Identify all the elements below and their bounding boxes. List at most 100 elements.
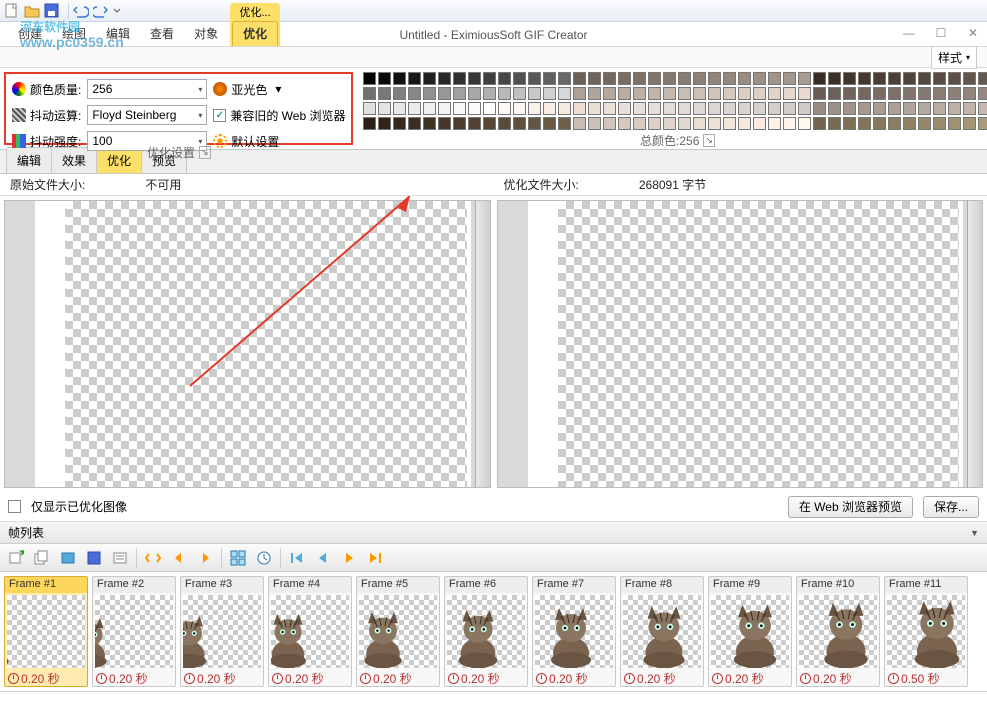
palette-swatch[interactable]	[663, 117, 676, 130]
palette-swatch[interactable]	[963, 117, 976, 130]
palette-swatch[interactable]	[438, 102, 451, 115]
undo-icon[interactable]	[73, 3, 89, 19]
palette-swatch[interactable]	[573, 117, 586, 130]
palette-swatch[interactable]	[918, 72, 931, 85]
ribbon-tab[interactable]: 绘图	[52, 22, 96, 46]
palette-swatch[interactable]	[663, 72, 676, 85]
palette-swatch[interactable]	[378, 72, 391, 85]
palette-swatch[interactable]	[708, 72, 721, 85]
palette-swatch[interactable]	[723, 87, 736, 100]
palette-swatch[interactable]	[828, 117, 841, 130]
palette-swatch[interactable]	[933, 87, 946, 100]
palette-swatch[interactable]	[693, 72, 706, 85]
ribbon-tab-optimize[interactable]: 优化	[232, 21, 278, 46]
maximize-button[interactable]: ☐	[931, 26, 951, 40]
palette-swatch[interactable]	[738, 87, 751, 100]
palette-swatch[interactable]	[363, 87, 376, 100]
palette-swatch[interactable]	[948, 72, 961, 85]
palette-swatch[interactable]	[648, 72, 661, 85]
palette-swatch[interactable]	[633, 102, 646, 115]
palette-swatch[interactable]	[693, 117, 706, 130]
palette-swatch[interactable]	[588, 102, 601, 115]
palette-swatch[interactable]	[513, 117, 526, 130]
palette-swatch[interactable]	[753, 102, 766, 115]
palette-swatch[interactable]	[723, 102, 736, 115]
palette-swatch[interactable]	[408, 87, 421, 100]
palette-swatch[interactable]	[948, 87, 961, 100]
palette-swatch[interactable]	[423, 87, 436, 100]
palette-swatch[interactable]	[393, 87, 406, 100]
palette-swatch[interactable]	[513, 102, 526, 115]
palette-swatch[interactable]	[978, 117, 987, 130]
palette-swatch[interactable]	[978, 87, 987, 100]
palette-swatch[interactable]	[873, 72, 886, 85]
palette-swatch[interactable]	[978, 72, 987, 85]
palette-swatch[interactable]	[873, 102, 886, 115]
palette-swatch[interactable]	[693, 87, 706, 100]
move-right-icon[interactable]	[195, 548, 215, 568]
palette-swatch[interactable]	[798, 117, 811, 130]
frame-item[interactable]: Frame #90.20 秒	[708, 576, 792, 687]
palette-swatch[interactable]	[843, 87, 856, 100]
palette-swatch[interactable]	[783, 87, 796, 100]
palette-swatch[interactable]	[903, 102, 916, 115]
palette-swatch[interactable]	[558, 87, 571, 100]
clock-icon[interactable]	[254, 548, 274, 568]
vertical-scrollbar[interactable]	[967, 201, 982, 487]
move-left-icon[interactable]	[169, 548, 189, 568]
palette-swatch[interactable]	[453, 102, 466, 115]
palette-swatch[interactable]	[813, 117, 826, 130]
frame-item[interactable]: Frame #70.20 秒	[532, 576, 616, 687]
palette-swatch[interactable]	[948, 117, 961, 130]
palette-swatch[interactable]	[393, 117, 406, 130]
palette-swatch[interactable]	[918, 102, 931, 115]
palette-swatch[interactable]	[438, 117, 451, 130]
palette-swatch[interactable]	[873, 87, 886, 100]
prev-frame-icon[interactable]	[313, 548, 333, 568]
web-preview-button[interactable]: 在 Web 浏览器预览	[788, 496, 913, 518]
palette-swatch[interactable]	[768, 72, 781, 85]
palette-swatch[interactable]	[888, 87, 901, 100]
vertical-scrollbar[interactable]	[475, 201, 490, 487]
palette-swatch[interactable]	[738, 102, 751, 115]
palette-swatch[interactable]	[633, 72, 646, 85]
palette-swatch[interactable]	[543, 102, 556, 115]
palette-swatch[interactable]	[648, 102, 661, 115]
palette-swatch[interactable]	[903, 87, 916, 100]
palette-swatch[interactable]	[798, 102, 811, 115]
palette-swatch[interactable]	[513, 72, 526, 85]
palette-swatch[interactable]	[438, 87, 451, 100]
original-preview[interactable]	[4, 200, 491, 488]
frames-strip[interactable]: Frame #10.20 秒Frame #20.20 秒Frame #30.20…	[0, 572, 987, 692]
palette-swatch[interactable]	[768, 87, 781, 100]
frame-item[interactable]: Frame #40.20 秒	[268, 576, 352, 687]
palette-swatch[interactable]	[858, 87, 871, 100]
select-all-icon[interactable]	[228, 548, 248, 568]
palette-swatch[interactable]	[753, 117, 766, 130]
palette-swatch[interactable]	[678, 87, 691, 100]
delete-frame-icon[interactable]	[84, 548, 104, 568]
palette-swatch[interactable]	[588, 117, 601, 130]
palette-swatch[interactable]	[963, 102, 976, 115]
frame-item[interactable]: Frame #60.20 秒	[444, 576, 528, 687]
palette-swatch[interactable]	[543, 117, 556, 130]
palette-swatch[interactable]	[813, 72, 826, 85]
compat-checkbox[interactable]: ✓兼容旧的 Web 浏览器	[213, 107, 345, 124]
palette-swatch[interactable]	[933, 117, 946, 130]
palette-swatch[interactable]	[603, 72, 616, 85]
palette-swatch[interactable]	[543, 87, 556, 100]
palette-swatch[interactable]	[603, 117, 616, 130]
palette-swatch[interactable]	[483, 117, 496, 130]
palette-swatch[interactable]	[963, 87, 976, 100]
palette-swatch[interactable]	[588, 72, 601, 85]
palette-swatch[interactable]	[843, 102, 856, 115]
ribbon-tab[interactable]: 编辑	[96, 22, 140, 46]
palette-swatch[interactable]	[933, 102, 946, 115]
palette-swatch[interactable]	[558, 117, 571, 130]
ribbon-tab[interactable]: 对象	[184, 22, 228, 46]
palette-swatch[interactable]	[603, 102, 616, 115]
reverse-frames-icon[interactable]	[143, 548, 163, 568]
color-quality-field[interactable]: 256▾	[87, 79, 207, 99]
palette-swatch[interactable]	[573, 102, 586, 115]
palette-swatch[interactable]	[828, 87, 841, 100]
